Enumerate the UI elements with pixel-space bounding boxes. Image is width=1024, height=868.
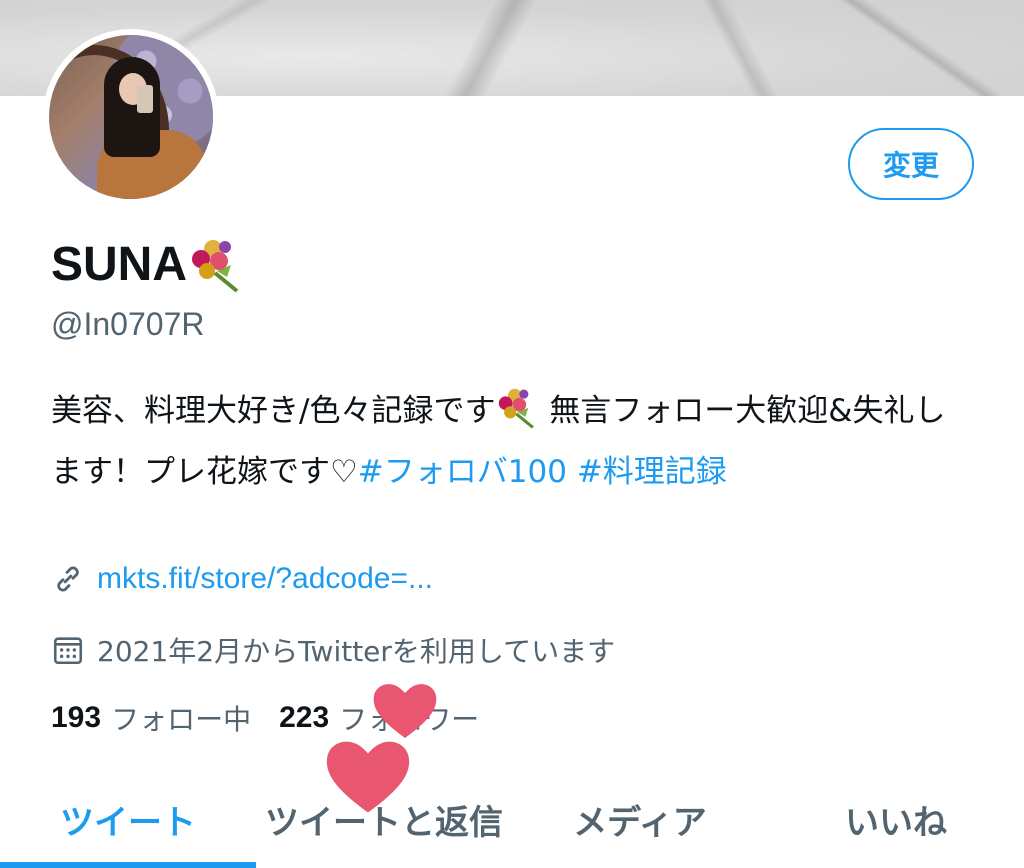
tab-media[interactable]: メディア bbox=[512, 770, 768, 868]
hashtag-follow-back[interactable]: #フォロバ100 bbox=[358, 454, 567, 490]
profile-avatar[interactable] bbox=[43, 29, 219, 205]
bouquet-icon bbox=[495, 385, 539, 446]
joined-date: 2021年2月からTwitterを利用しています bbox=[97, 635, 616, 668]
following-stat[interactable]: 193 フォロー中 bbox=[51, 698, 251, 738]
joined-date-row: 2021年2月からTwitterを利用しています bbox=[51, 630, 615, 670]
hashtag-cooking-log[interactable]: #料理記録 bbox=[577, 454, 727, 490]
tab-likes[interactable]: いいね bbox=[768, 770, 1024, 868]
followers-count: 223 bbox=[279, 701, 330, 734]
calendar-icon bbox=[51, 633, 85, 667]
tab-tweets[interactable]: ツイート bbox=[0, 770, 256, 868]
avatar-photo bbox=[49, 35, 213, 199]
display-name-text: SUNA bbox=[51, 237, 188, 291]
heart-sticker-icon bbox=[326, 741, 410, 813]
profile-tabs: ツイート ツイートと返信 メディア いいね bbox=[0, 770, 1024, 868]
profile-link[interactable]: mkts.fit/store/?adcode=... bbox=[97, 562, 433, 596]
bouquet-icon bbox=[187, 235, 245, 293]
profile-bio: 美容、料理大好き/色々記録です 無言フォロー大歓迎&失礼します！プレ花嫁です♡#… bbox=[51, 385, 971, 499]
edit-profile-button[interactable]: 変更 bbox=[848, 128, 974, 200]
display-name: SUNA bbox=[51, 232, 245, 296]
heart-sticker-icon bbox=[373, 684, 437, 738]
link-icon bbox=[51, 562, 85, 596]
following-count: 193 bbox=[51, 701, 102, 734]
profile-link-row: mkts.fit/store/?adcode=... bbox=[51, 562, 433, 596]
bio-text-1: 美容、料理大好き/色々記録です bbox=[51, 393, 496, 429]
following-label: フォロー中 bbox=[111, 703, 252, 736]
user-handle: @In0707R bbox=[51, 306, 205, 342]
